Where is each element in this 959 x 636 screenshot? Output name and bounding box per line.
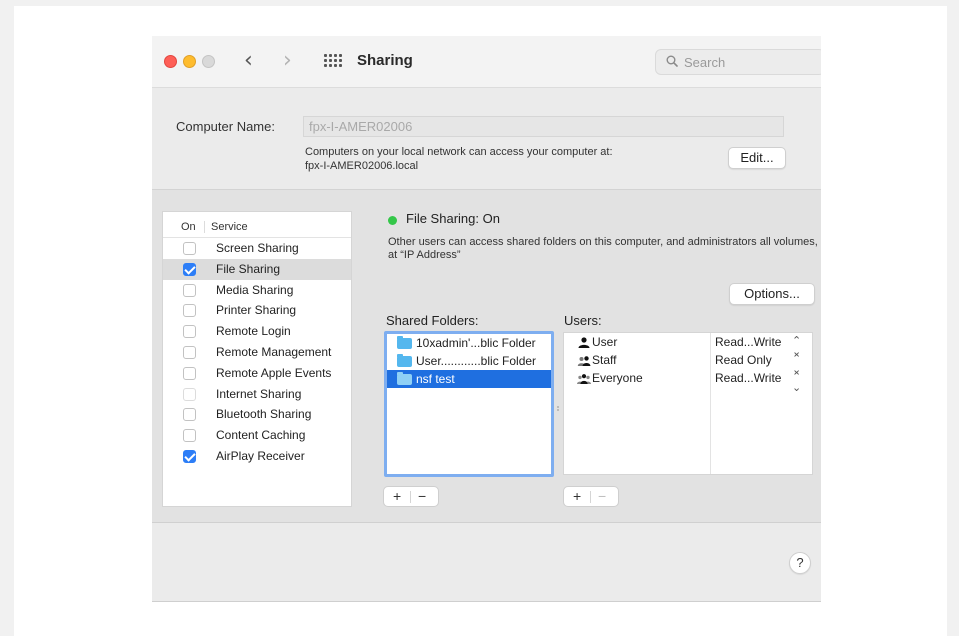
permission-value[interactable]: Read...Write <box>715 335 781 349</box>
user-row[interactable]: Everyone Read...Write ⌃ ⌄ <box>564 369 812 393</box>
on-column-header: On <box>181 221 196 233</box>
service-row-screen-sharing[interactable]: Screen Sharing <box>163 238 351 259</box>
button-separator <box>590 491 591 503</box>
add-folder-button[interactable]: + <box>393 488 401 504</box>
folder-label: 10xadmin'...blic Folder <box>416 336 536 350</box>
close-window-button[interactable] <box>164 55 177 68</box>
user-label: Everyone <box>592 371 643 385</box>
status-description: Other users can access shared folders on… <box>388 236 818 261</box>
service-label: Remote Login <box>216 324 291 339</box>
service-row-airplay-receiver[interactable]: AirPlay Receiver <box>163 446 351 467</box>
shared-folders-list[interactable]: 10xadmin'...blic Folder User............… <box>384 331 554 477</box>
options-button[interactable]: Options... <box>729 283 815 305</box>
service-label: Internet Sharing <box>216 386 302 401</box>
shared-folder-row[interactable]: 10xadmin'...blic Folder <box>387 334 551 352</box>
permission-stepper-icon[interactable]: ⌃ ⌄ <box>792 371 801 393</box>
service-checkbox[interactable] <box>183 387 196 401</box>
computer-name-label: Computer Name: <box>176 119 275 134</box>
folder-label: nsf test <box>416 372 455 386</box>
folder-icon <box>397 354 412 367</box>
service-checkbox[interactable] <box>183 325 196 339</box>
service-row-remote-apple-events[interactable]: Remote Apple Events <box>163 363 351 384</box>
button-separator <box>410 491 411 503</box>
users-list[interactable]: User Read...Write ⌃ ⌄ Staff Read Only ⌃ ⌄ <box>563 332 813 475</box>
service-checkbox[interactable] <box>183 449 196 463</box>
service-row-content-caching[interactable]: Content Caching <box>163 425 351 446</box>
service-checkbox[interactable] <box>183 283 196 297</box>
search-icon <box>666 55 678 67</box>
service-checkbox[interactable] <box>183 408 196 422</box>
computer-address-info: Computers on your local network can acce… <box>305 145 665 173</box>
user-label: User <box>592 335 618 349</box>
service-row-file-sharing[interactable]: File Sharing <box>163 258 351 280</box>
window-title: Sharing <box>357 52 413 69</box>
local-hostname: fpx-I-AMER02006.local <box>305 160 419 172</box>
service-label: Printer Sharing <box>216 303 297 318</box>
service-list: On Service Screen Sharing File Sharing M… <box>162 211 352 507</box>
user-row[interactable]: Staff Read Only ⌃ ⌄ <box>564 351 812 375</box>
search-placeholder: Search <box>684 55 726 70</box>
computer-name-field[interactable]: fpx-I-AMER02006 <box>303 116 784 137</box>
users-label: Users: <box>564 313 602 328</box>
service-list-header: On Service <box>163 212 351 238</box>
user-add-remove-control: + − <box>563 486 619 507</box>
service-checkbox[interactable] <box>183 366 196 380</box>
folder-icon <box>397 372 412 385</box>
everyone-icon <box>577 374 591 384</box>
service-checkbox[interactable] <box>183 304 196 318</box>
zoom-window-button[interactable] <box>202 55 215 68</box>
folder-add-remove-control: + − <box>383 486 439 507</box>
add-user-button[interactable]: + <box>573 488 581 504</box>
folder-icon <box>397 336 412 349</box>
single-user-icon <box>578 337 590 348</box>
folder-label: User............blic Folder <box>416 354 537 368</box>
permission-value[interactable]: Read Only <box>715 353 772 367</box>
help-button[interactable]: ? <box>789 552 811 574</box>
service-row-remote-management[interactable]: Remote Management <box>163 342 351 363</box>
service-label: Screen Sharing <box>216 241 299 255</box>
sharing-window: ‹ › Sharing Search Computer Name: fpx-I-… <box>152 36 821 602</box>
user-label: Staff <box>592 353 617 367</box>
service-column-header: Service <box>204 221 248 233</box>
service-checkbox[interactable] <box>183 242 196 255</box>
service-checkbox[interactable] <box>183 345 196 359</box>
shared-folders-label: Shared Folders: <box>386 313 479 328</box>
remove-user-button[interactable]: − <box>598 488 606 504</box>
user-row[interactable]: User Read...Write ⌃ ⌄ <box>564 333 812 357</box>
service-row-printer-sharing[interactable]: Printer Sharing <box>163 300 351 321</box>
service-row-internet-sharing[interactable]: Internet Sharing <box>163 384 351 405</box>
service-label: AirPlay Receiver <box>216 448 305 463</box>
service-label: File Sharing <box>216 261 281 276</box>
service-label: Bluetooth Sharing <box>216 407 312 422</box>
shared-folder-row[interactable]: User............blic Folder <box>387 352 551 370</box>
service-row-bluetooth-sharing[interactable]: Bluetooth Sharing <box>163 404 351 425</box>
service-row-media-sharing[interactable]: Media Sharing <box>163 280 351 301</box>
title-bar: ‹ › Sharing Search <box>152 36 821 88</box>
search-field[interactable]: Search <box>655 49 821 75</box>
status-text: File Sharing: On <box>406 211 500 226</box>
service-checkbox[interactable] <box>183 262 196 276</box>
split-resize-handle[interactable] <box>557 406 559 408</box>
service-label: Remote Apple Events <box>216 365 332 380</box>
status-indicator-dot <box>388 216 397 225</box>
service-label: Content Caching <box>216 428 306 443</box>
show-all-grid-icon[interactable] <box>324 54 342 68</box>
service-label: Media Sharing <box>216 282 294 297</box>
minimize-window-button[interactable] <box>183 55 196 68</box>
service-label: Remote Management <box>216 344 332 359</box>
permission-value[interactable]: Read...Write <box>715 371 781 385</box>
group-icon <box>577 356 591 366</box>
shared-folder-row-selected[interactable]: nsf test <box>387 370 551 388</box>
remove-folder-button[interactable]: − <box>418 488 426 504</box>
service-row-remote-login[interactable]: Remote Login <box>163 321 351 342</box>
address-info-line: Computers on your local network can acce… <box>305 146 613 158</box>
service-checkbox[interactable] <box>183 429 196 443</box>
edit-button[interactable]: Edit... <box>728 147 786 169</box>
back-chevron-icon[interactable]: ‹ <box>244 48 253 74</box>
forward-chevron-icon[interactable]: › <box>283 48 292 74</box>
